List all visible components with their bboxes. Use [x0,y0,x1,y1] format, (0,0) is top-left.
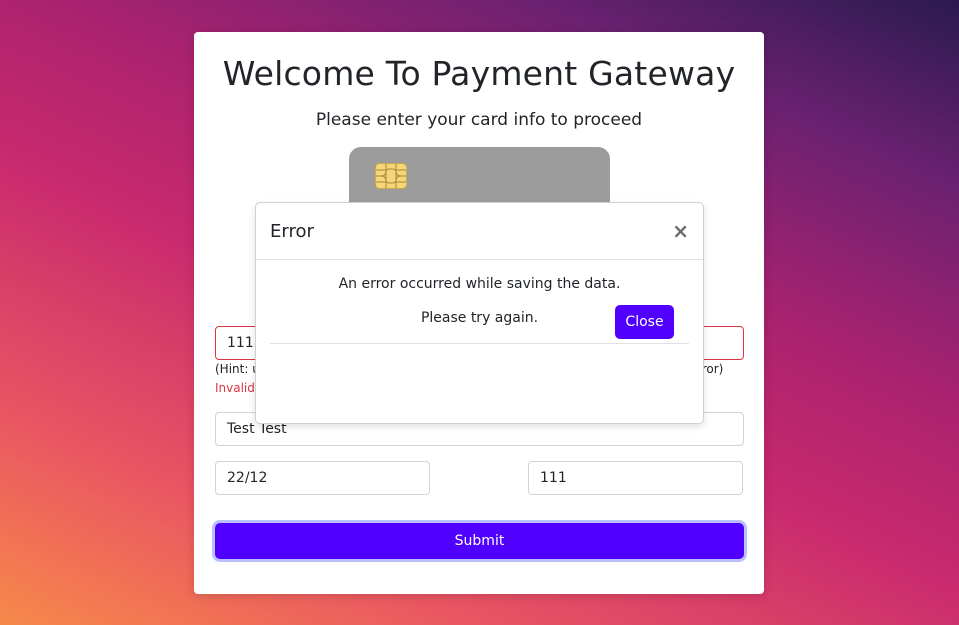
expiry-date-input[interactable]: 22/12 [215,461,430,495]
error-modal: Error × An error occurred while saving t… [255,202,704,424]
modal-header: Error × [256,203,703,260]
page-subtitle: Please enter your card info to proceed [315,110,643,130]
error-message-line1: An error occurred while saving the data. [338,276,621,292]
modal-divider [270,343,689,344]
card-number-invalid-feedback: Invalid [215,381,255,395]
modal-title: Error [270,220,314,242]
page-title: Welcome To Payment Gateway [222,54,736,93]
card-number-hint-left: (Hint: u [215,362,260,376]
cvv-input[interactable]: 111 [528,461,743,495]
close-icon[interactable]: × [672,221,689,241]
sim-chip-icon [375,163,407,189]
submit-button[interactable]: Submit [215,523,744,559]
modal-close-button[interactable]: Close [615,305,674,339]
